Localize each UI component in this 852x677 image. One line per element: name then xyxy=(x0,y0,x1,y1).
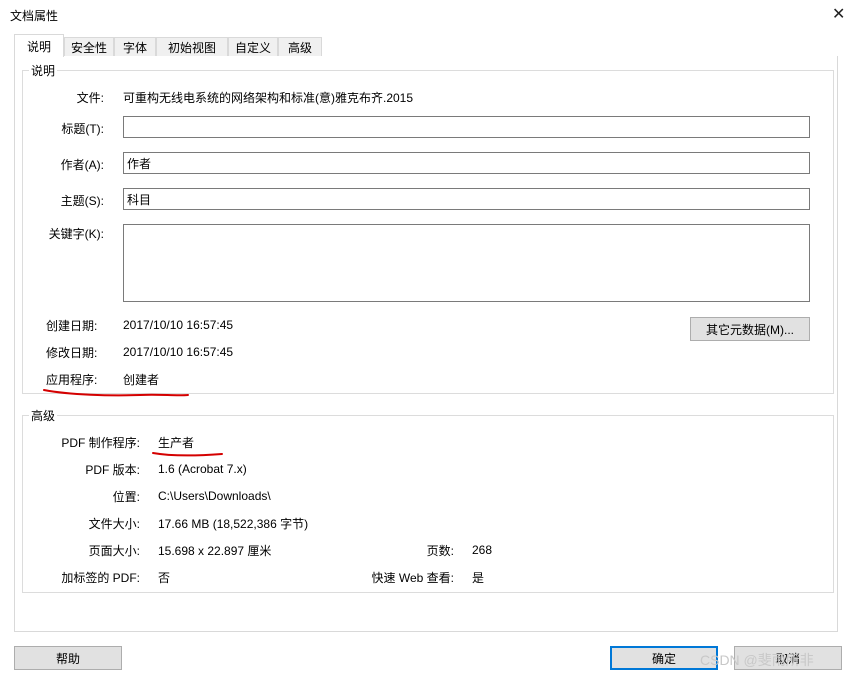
advanced-group xyxy=(22,415,834,593)
help-button[interactable]: 帮助 xyxy=(14,646,122,670)
page-count-value: 268 xyxy=(472,543,493,557)
annotation-underline-application xyxy=(43,389,189,397)
modified-label: 修改日期: xyxy=(46,346,98,360)
fast-web-view-label: 快速 Web 查看: xyxy=(371,571,454,585)
title-label: 标题(T): xyxy=(61,122,104,136)
watermark-text: CSDN @斐雨所非 xyxy=(700,652,814,668)
tab-initial-view[interactable]: 初始视图 xyxy=(156,37,228,56)
file-value: 可重构无线电系统的网络架构和标准(意)雅克布齐.2015 xyxy=(123,91,414,105)
page-size-label: 页面大小: xyxy=(88,544,140,558)
tab-security[interactable]: 安全性 xyxy=(64,37,114,56)
tagged-pdf-value: 否 xyxy=(158,571,171,585)
pdf-version-label: PDF 版本: xyxy=(85,463,140,477)
producer-label: PDF 制作程序: xyxy=(61,436,140,450)
created-label: 创建日期: xyxy=(46,319,98,333)
location-value: C:\Users\Downloads\ xyxy=(158,489,271,503)
tab-fonts[interactable]: 字体 xyxy=(114,37,156,56)
page-size-value: 15.698 x 22.897 厘米 xyxy=(158,544,272,558)
modified-value: 2017/10/10 16:57:45 xyxy=(123,345,234,359)
advanced-group-title: 高级 xyxy=(29,407,58,424)
tab-custom[interactable]: 自定义 xyxy=(228,37,278,56)
window-title: 文档属性 xyxy=(10,9,59,23)
description-group-title: 说明 xyxy=(29,62,58,79)
created-value: 2017/10/10 16:57:45 xyxy=(123,318,234,332)
pdf-version-value: 1.6 (Acrobat 7.x) xyxy=(158,462,247,476)
author-label: 作者(A): xyxy=(60,158,104,172)
file-size-value: 17.66 MB (18,522,386 字节) xyxy=(158,517,309,531)
author-field[interactable] xyxy=(123,152,810,174)
page-count-label: 页数: xyxy=(426,544,454,558)
annotation-underline-producer xyxy=(152,452,223,457)
fast-web-view-value: 是 xyxy=(472,571,485,585)
close-icon[interactable]: ✕ xyxy=(832,4,845,24)
file-label: 文件: xyxy=(76,91,104,105)
title-field[interactable] xyxy=(123,116,810,138)
keywords-label: 关键字(K): xyxy=(48,227,104,241)
location-label: 位置: xyxy=(112,490,140,504)
subject-field[interactable] xyxy=(123,188,810,210)
tab-advanced[interactable]: 高级 xyxy=(278,37,322,56)
keywords-field[interactable] xyxy=(123,224,810,302)
file-size-label: 文件大小: xyxy=(88,517,140,531)
tagged-pdf-label: 加标签的 PDF: xyxy=(61,571,140,585)
more-metadata-button[interactable]: 其它元数据(M)... xyxy=(690,317,810,341)
subject-label: 主题(S): xyxy=(60,194,104,208)
tab-description[interactable]: 说明 xyxy=(14,34,64,57)
